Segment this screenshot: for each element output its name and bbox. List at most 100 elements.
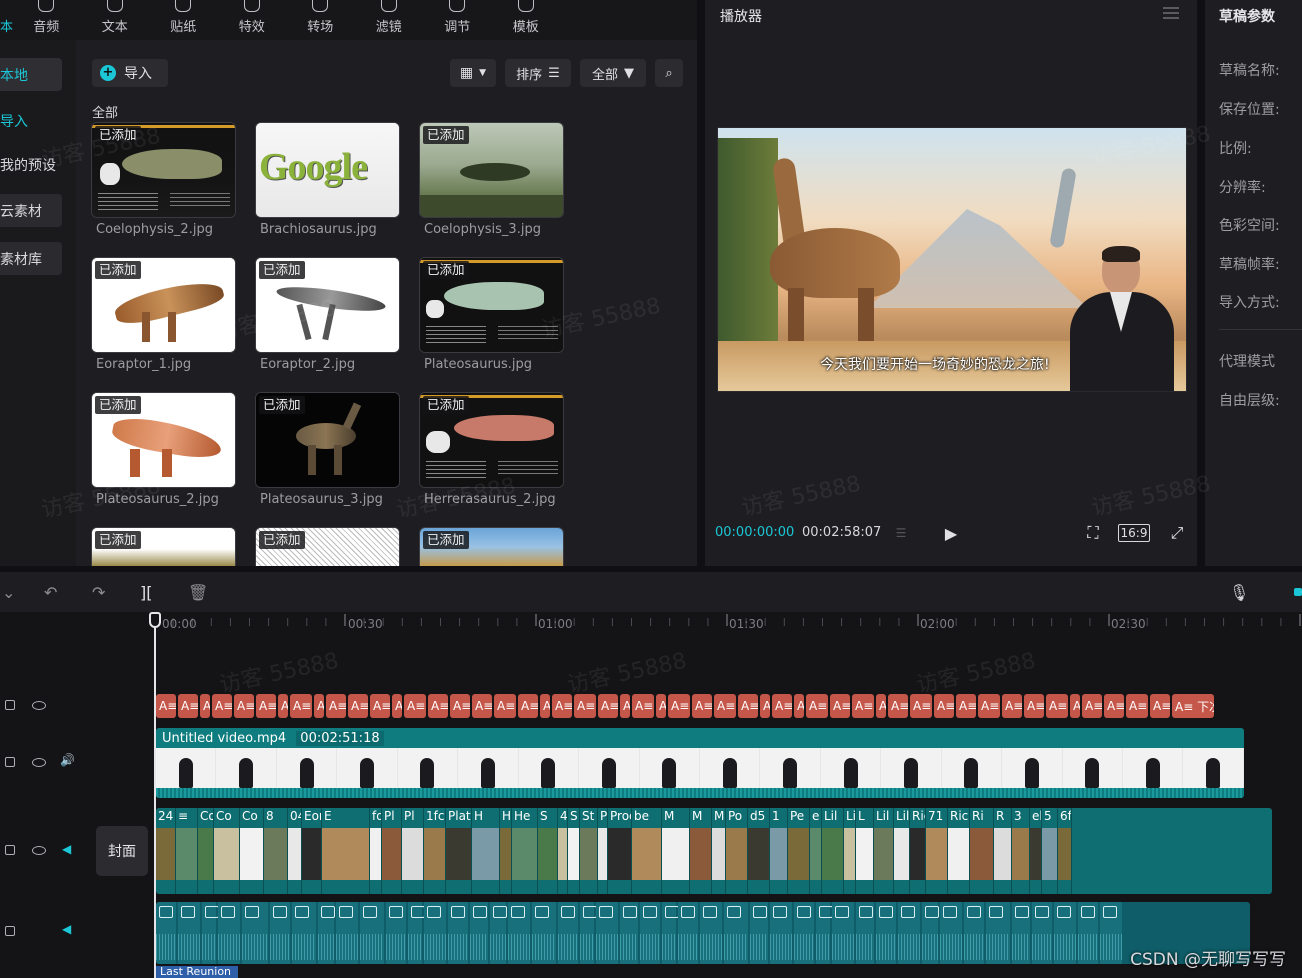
image-clip[interactable]: Lil — [874, 808, 894, 894]
image-clip[interactable]: Co — [240, 808, 264, 894]
text-clip[interactable]: A — [314, 694, 324, 718]
sort-button[interactable]: 排序 ☰ — [505, 59, 571, 87]
text-clip[interactable]: A≡ — [738, 694, 758, 718]
text-clip[interactable]: A — [794, 694, 804, 718]
speaker-icon[interactable]: 🔊 — [60, 753, 75, 767]
image-clip[interactable]: 4b — [558, 808, 568, 894]
text-clip[interactable]: A≡ — [472, 694, 492, 718]
image-clip[interactable]: Po — [726, 808, 748, 894]
tool-effects[interactable]: 特效 — [218, 0, 287, 40]
audio-clip[interactable] — [318, 902, 335, 964]
text-clip[interactable]: A≡ — [692, 694, 712, 718]
text-clip[interactable]: A≡ — [552, 694, 572, 718]
text-clip[interactable]: A≡ 下次 — [1172, 694, 1214, 718]
text-clip[interactable]: A≡ — [598, 694, 618, 718]
text-clip[interactable]: A — [1070, 694, 1080, 718]
text-clip[interactable]: A≡ — [668, 694, 690, 718]
media-card-eoraptor-2[interactable]: 已添加 — [255, 257, 400, 353]
text-clip[interactable]: A≡ — [852, 694, 874, 718]
image-clip[interactable]: fd — [370, 808, 382, 894]
split-icon[interactable]: ][ — [140, 583, 152, 602]
text-clip[interactable]: A≡ — [518, 694, 538, 718]
media-card-brachiosaurus[interactable]: Google — [255, 122, 400, 218]
image-clip[interactable]: 1fc — [424, 808, 446, 894]
image-clip[interactable]: eb — [1030, 808, 1042, 894]
audio-clip[interactable] — [336, 902, 358, 964]
tool-template[interactable]: 模板 — [492, 0, 561, 40]
image-clip[interactable]: d5 — [748, 808, 770, 894]
audio-clip[interactable] — [724, 902, 748, 964]
preview-canvas[interactable]: 今天我们要开始一场奇妙的恐龙之旅! — [717, 127, 1187, 392]
audio-clip[interactable] — [876, 902, 896, 964]
lock-icon[interactable] — [5, 700, 15, 710]
image-clip[interactable]: 1 — [770, 808, 788, 894]
tool-sticker[interactable]: 贴纸 — [149, 0, 218, 40]
redo-icon[interactable]: ↷ — [92, 583, 105, 602]
expand-icon[interactable]: ⤢ — [1167, 522, 1187, 544]
text-clip[interactable]: A≡ — [830, 694, 850, 718]
text-clip[interactable]: A — [200, 694, 210, 718]
audio-clip[interactable] — [490, 902, 507, 964]
audio-clip[interactable] — [770, 902, 792, 964]
chevron-down-icon[interactable]: ⌄ — [2, 583, 15, 602]
audio-clip[interactable] — [922, 902, 939, 964]
eye-icon[interactable] — [32, 846, 46, 855]
audio-clip[interactable] — [678, 902, 698, 964]
lock-icon[interactable] — [5, 757, 15, 767]
audio-clip[interactable] — [1054, 902, 1076, 964]
audio-clip[interactable] — [448, 902, 468, 964]
image-clip[interactable]: St — [580, 808, 598, 894]
image-clip[interactable]: Pe — [788, 808, 810, 894]
audio-clip[interactable] — [620, 902, 638, 964]
image-clip[interactable]: be — [632, 808, 662, 894]
image-clip[interactable]: e — [810, 808, 822, 894]
image-clip[interactable]: Ric — [948, 808, 970, 894]
text-clip[interactable]: A≡ — [1002, 694, 1022, 718]
image-clip[interactable]: S — [538, 808, 558, 894]
lock-icon[interactable] — [5, 845, 15, 855]
text-clip[interactable]: A — [540, 694, 550, 718]
text-clip[interactable]: A≡ — [978, 694, 1000, 718]
media-card-partial-2[interactable]: 已添加 — [255, 527, 400, 566]
audio-clip[interactable] — [986, 902, 1010, 964]
image-clip[interactable]: E — [322, 808, 370, 894]
audio-clip[interactable] — [940, 902, 962, 964]
image-clip[interactable]: 3 — [1012, 808, 1030, 894]
image-clip[interactable]: Her — [500, 808, 512, 894]
image-clip[interactable]: S — [568, 808, 580, 894]
image-clip[interactable]: 6f6f3c8 — [1058, 808, 1072, 894]
text-clip[interactable]: A — [656, 694, 666, 718]
media-card-eoraptor-1[interactable]: 已添加 — [91, 257, 236, 353]
media-card-plateosaurus-2[interactable]: 已添加 — [91, 392, 236, 488]
text-clip[interactable]: A≡ — [156, 694, 176, 718]
media-card-plateosaurus-3[interactable]: 已添加 — [255, 392, 400, 488]
eye-icon[interactable] — [32, 701, 46, 710]
text-clip[interactable]: A≡ — [1126, 694, 1148, 718]
audio-clip[interactable] — [470, 902, 488, 964]
text-clip[interactable]: A≡ — [494, 694, 516, 718]
video-clip[interactable]: Untitled video.mp4 00:02:51:18 — [156, 728, 1244, 798]
search-button[interactable]: ⌕ — [655, 59, 683, 87]
image-clip[interactable]: H — [472, 808, 500, 894]
image-clip[interactable]: Li — [844, 808, 856, 894]
sidebar-item-presets[interactable]: 我的预设 — [0, 148, 62, 181]
text-clip[interactable]: A≡ — [956, 694, 976, 718]
audio-clip[interactable] — [424, 902, 446, 964]
image-clip[interactable]: R — [994, 808, 1012, 894]
tool-adjust[interactable]: 调节 — [423, 0, 492, 40]
audio-clip[interactable] — [856, 902, 874, 964]
tool-text[interactable]: 文本 — [81, 0, 150, 40]
view-mode-button[interactable]: ▦ ▼ — [450, 59, 496, 87]
text-clip[interactable]: A≡ — [450, 694, 470, 718]
text-clip[interactable]: A≡ — [714, 694, 736, 718]
play-button[interactable]: ▶ — [941, 522, 961, 544]
text-clip[interactable]: A≡ — [1150, 694, 1170, 718]
eye-icon[interactable] — [32, 758, 46, 767]
audio-clip[interactable] — [532, 902, 556, 964]
image-clip[interactable]: Pl — [402, 808, 424, 894]
text-clip[interactable]: A≡ — [404, 694, 426, 718]
image-clip[interactable]: 71 — [926, 808, 948, 894]
image-clip[interactable]: Me — [712, 808, 726, 894]
accent-toggle-icon[interactable] — [1294, 588, 1302, 596]
text-clip[interactable]: A — [760, 694, 770, 718]
